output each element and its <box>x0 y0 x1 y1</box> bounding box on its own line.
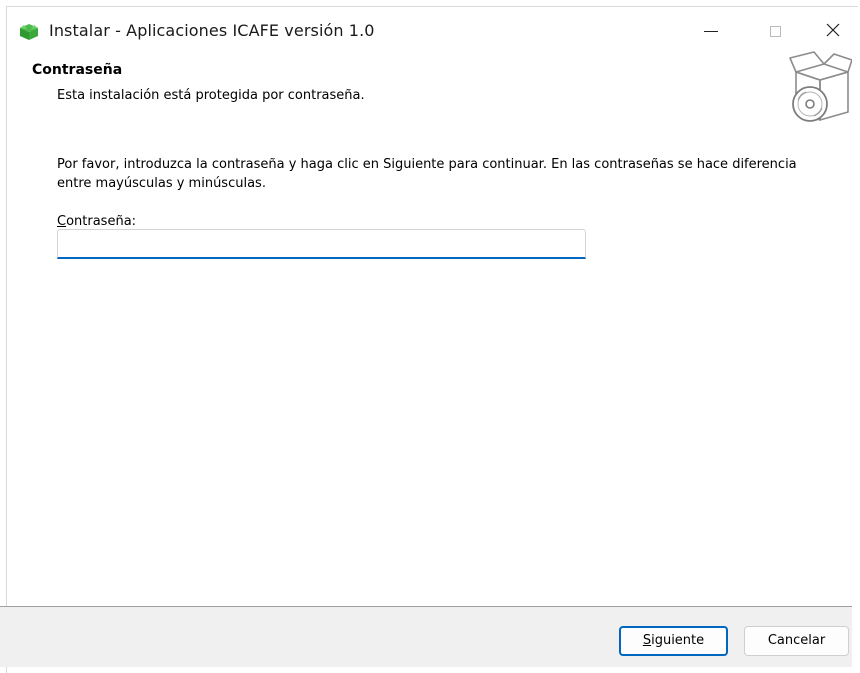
page-heading: Contraseña <box>32 62 123 78</box>
minimize-icon <box>704 30 718 32</box>
close-icon <box>826 22 840 41</box>
password-label-accesskey: C <box>57 214 67 229</box>
cancel-button[interactable]: Cancelar <box>744 626 849 656</box>
next-button-text: iguiente <box>651 633 705 648</box>
instructions-text: Por favor, introduzca la contraseña y ha… <box>57 157 797 191</box>
next-button-accesskey: S <box>642 633 652 648</box>
window-title: Instalar - Aplicaciones ICAFE versión 1.… <box>49 21 375 40</box>
installer-window: Instalar - Aplicaciones ICAFE versión 1.… <box>6 6 859 673</box>
password-label: Contraseña: <box>57 214 136 229</box>
setup-box-disc-icon <box>784 50 853 124</box>
maximize-button[interactable] <box>743 7 807 55</box>
password-input[interactable] <box>57 229 586 259</box>
maximize-icon <box>769 25 781 37</box>
page-subheading: Esta instalación está protegida por cont… <box>57 88 365 103</box>
password-label-text: ontraseña: <box>66 214 137 229</box>
setup-app-icon <box>19 23 39 41</box>
next-button[interactable]: Siguiente <box>619 626 728 656</box>
minimize-button[interactable] <box>679 7 743 55</box>
close-button[interactable] <box>807 7 859 55</box>
title-bar[interactable]: Instalar - Aplicaciones ICAFE versión 1.… <box>7 7 859 55</box>
